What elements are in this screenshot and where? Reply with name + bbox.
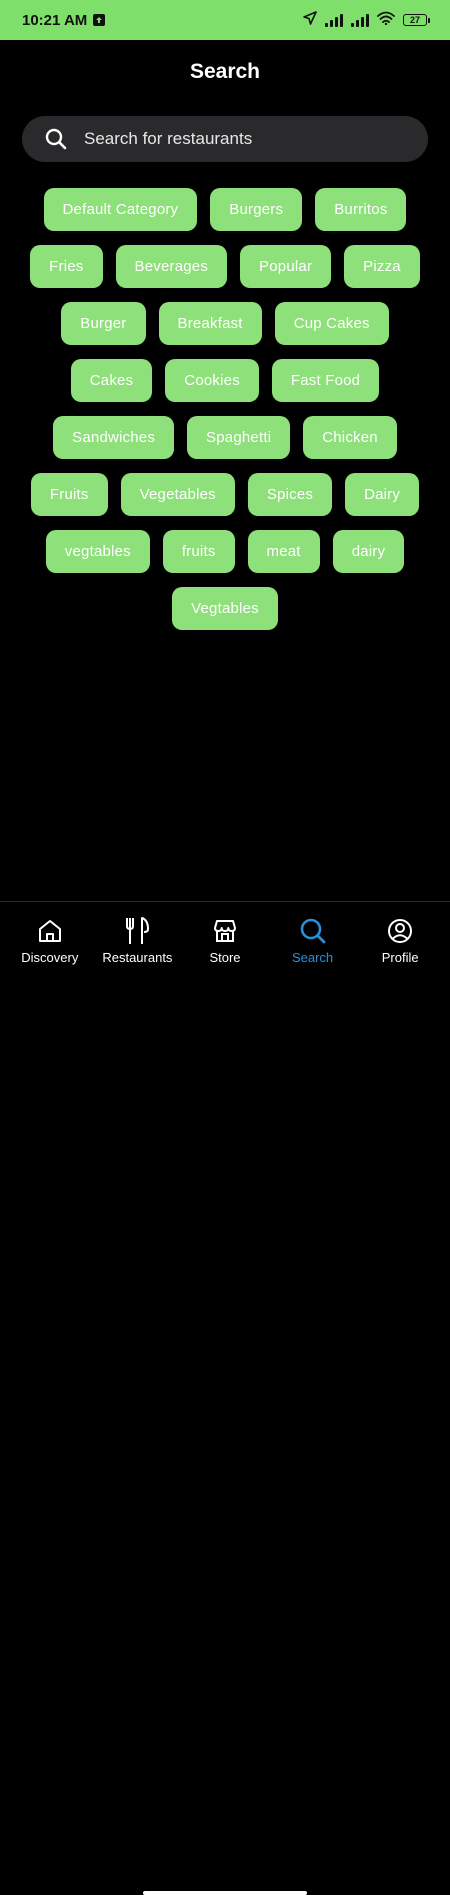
store-icon (213, 920, 236, 942)
category-chip[interactable]: Spices (247, 473, 333, 516)
upload-notification-icon (93, 14, 106, 26)
bottom-nav: Discovery Restaurants Store Search Profi… (0, 901, 450, 1895)
battery-level: 27 (403, 14, 427, 26)
nav-profile-label: Profile (381, 950, 419, 965)
battery-icon: 27 (403, 14, 430, 26)
category-chip[interactable]: Breakfast (158, 302, 262, 345)
chip-row: Fruits Vegetables Spices Dairy (15, 473, 435, 516)
category-chip[interactable]: Popular (240, 245, 332, 288)
chip-row: vegtables fruits meat dairy (15, 530, 435, 573)
wifi-icon (377, 11, 395, 30)
category-chip[interactable]: Fries (30, 245, 103, 288)
category-chip[interactable]: Burritos (315, 188, 407, 231)
nav-discovery[interactable]: Discovery (9, 916, 91, 965)
nav-store-label: Store (209, 950, 241, 965)
category-chip[interactable]: Spaghetti (187, 416, 291, 459)
signal-icon (325, 13, 343, 27)
category-chip[interactable]: Default Category (43, 188, 198, 231)
search-icon (300, 918, 325, 944)
search-icon (45, 128, 67, 150)
chip-row: Burger Breakfast Cup Cakes (15, 302, 435, 345)
utensils-icon (126, 917, 150, 944)
category-chip[interactable]: Burger (61, 302, 146, 345)
home-indicator (143, 1891, 307, 1895)
nav-restaurants[interactable]: Restaurants (96, 916, 178, 965)
category-chip[interactable]: Fruits (30, 473, 108, 516)
category-chip[interactable]: Pizza (344, 245, 420, 288)
category-chip[interactable]: Dairy (345, 473, 420, 516)
category-chip[interactable]: Cakes (70, 359, 153, 402)
category-chip[interactable]: Vegtables (172, 587, 278, 630)
signal-icon-2 (351, 13, 369, 27)
nav-restaurants-label: Restaurants (102, 950, 173, 965)
status-time: 10:21 AM (22, 11, 88, 29)
category-chip[interactable]: Burgers (210, 188, 303, 231)
status-bar: 10:21 AM 27 (0, 0, 450, 40)
search-bar[interactable] (22, 116, 428, 162)
category-chip[interactable]: Sandwiches (53, 416, 175, 459)
category-chips: Default Category Burgers Burritos Fries Beve… (15, 188, 435, 630)
category-chip[interactable]: Vegetables (120, 473, 235, 516)
profile-icon (388, 919, 413, 943)
category-chip[interactable]: fruits (162, 530, 235, 573)
category-chip[interactable]: Beverages (115, 245, 228, 288)
status-left: 10:21 AM (22, 11, 106, 29)
category-chip[interactable]: Cookies (165, 359, 259, 402)
page-title: Search (189, 60, 261, 83)
chip-row: Cakes Cookies Fast Food (15, 359, 435, 402)
nav-store[interactable]: Store (184, 916, 266, 965)
search-input[interactable] (82, 128, 386, 150)
category-chip[interactable]: meat (247, 530, 320, 573)
home-icon (38, 920, 61, 942)
chip-row: Vegtables (15, 587, 435, 630)
category-chip[interactable]: Cup Cakes (274, 302, 389, 345)
category-chip[interactable]: Chicken (303, 416, 397, 459)
chip-row: Sandwiches Spaghetti Chicken (15, 416, 435, 459)
chip-row: Default Category Burgers Burritos (15, 188, 435, 231)
nav-search[interactable]: Search (272, 916, 354, 965)
chip-row: Fries Beverages Popular Pizza (15, 245, 435, 288)
nav-profile[interactable]: Profile (359, 916, 441, 965)
nav-discovery-label: Discovery (21, 950, 79, 965)
nav-search-label: Search (291, 950, 334, 965)
location-arrow-icon (303, 10, 317, 30)
category-chip[interactable]: vegtables (45, 530, 150, 573)
status-right: 27 (303, 10, 430, 30)
category-chip[interactable]: Fast Food (271, 359, 380, 402)
category-chip[interactable]: dairy (332, 530, 405, 573)
